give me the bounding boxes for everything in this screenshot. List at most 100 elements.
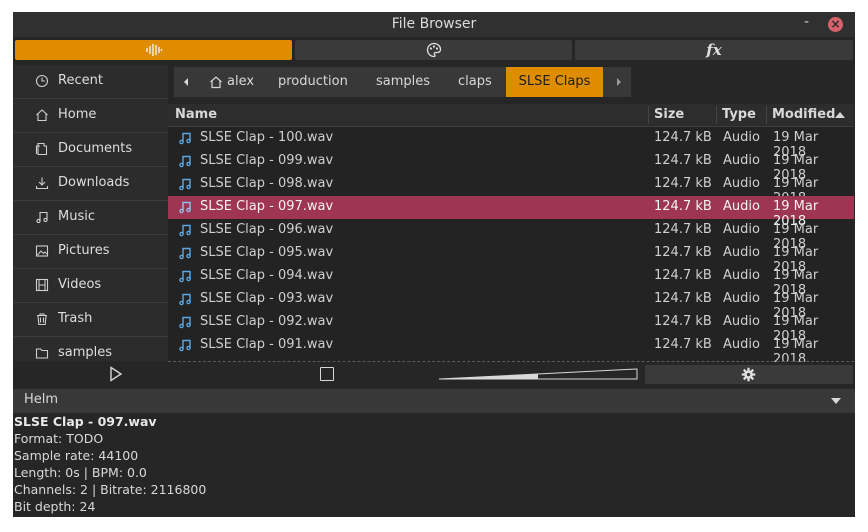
file-modified: 19 Mar 2018	[773, 337, 819, 362]
sidebar-item-videos[interactable]: Videos	[14, 269, 168, 303]
file-row[interactable]: SLSE Clap - 091.wav 124.7 kB Audio 19 Mar 2…	[168, 334, 854, 362]
music-note-icon	[179, 178, 191, 191]
file-name: SLSE Clap - 095.wav	[200, 245, 334, 260]
info-channels-bitrate: Channels: 2 | Bitrate: 2116800	[14, 482, 207, 497]
breadcrumb-item-slse-claps[interactable]: SLSE Claps	[506, 67, 603, 97]
breadcrumb-label: claps	[458, 74, 492, 89]
play-icon[interactable]	[109, 366, 123, 382]
file-name: SLSE Clap - 099.wav	[200, 153, 334, 168]
tab-effects[interactable]: fx	[575, 40, 853, 60]
download-icon	[35, 177, 49, 190]
sidebar-item-documents[interactable]: Documents	[14, 133, 168, 167]
file-row[interactable]: SLSE Clap - 094.wav 124.7 kB Audio 19 Mar 2…	[168, 265, 854, 298]
file-list-header: Name Size Type Modified	[168, 104, 854, 127]
sidebar-item-pictures[interactable]: Pictures	[14, 235, 168, 269]
sidebar-item-samples[interactable]: samples	[14, 337, 168, 361]
file-row[interactable]: SLSE Clap - 097.wav 124.7 kB Audio 19 Mar 2…	[168, 196, 854, 229]
file-row[interactable]: SLSE Clap - 093.wav 124.7 kB Audio 19 Mar 2…	[168, 288, 854, 321]
picture-icon	[35, 245, 49, 257]
stop-icon[interactable]	[320, 367, 334, 381]
file-name: SLSE Clap - 096.wav	[200, 222, 334, 237]
file-type: Audio	[723, 314, 760, 329]
info-sample-rate: Sample rate: 44100	[14, 448, 139, 463]
file-type: Audio	[723, 176, 760, 191]
volume-slider[interactable]	[439, 368, 639, 380]
column-header-size[interactable]: Size	[654, 107, 684, 122]
file-size: 124.7 kB	[654, 130, 712, 145]
file-name: SLSE Clap - 092.wav	[200, 314, 334, 329]
breadcrumb-label: SLSE Claps	[518, 74, 591, 89]
file-type: Audio	[723, 222, 760, 237]
home-icon	[36, 109, 48, 122]
breadcrumb: alex production samples claps SLSE Claps	[174, 67, 631, 97]
volume-slider-fill	[439, 374, 538, 379]
waveform-icon	[145, 44, 162, 56]
instrument-select[interactable]: Helm	[13, 389, 855, 413]
info-bit-depth: Bit depth: 24	[14, 499, 96, 514]
sidebar-item-music[interactable]: Music	[14, 201, 168, 235]
sidebar-item-label: Home	[58, 107, 97, 122]
file-name: SLSE Clap - 093.wav	[200, 291, 334, 306]
file-browser-window: File Browser - × fx Recent Home Document…	[13, 12, 855, 517]
file-name: SLSE Clap - 091.wav	[200, 337, 334, 352]
documents-icon	[35, 142, 48, 156]
places-sidebar: Recent Home Documents Downloads Music Pi…	[14, 65, 168, 361]
music-note-icon	[179, 155, 191, 168]
sidebar-item-label: Trash	[58, 311, 93, 326]
close-button[interactable]: ×	[828, 17, 843, 32]
file-name: SLSE Clap - 097.wav	[200, 199, 334, 214]
file-size: 124.7 kB	[654, 245, 712, 260]
settings-button[interactable]	[645, 365, 853, 384]
file-row[interactable]: SLSE Clap - 100.wav 124.7 kB Audio 19 Mar 2…	[168, 127, 854, 160]
palette-icon	[426, 42, 441, 58]
sidebar-item-trash[interactable]: Trash	[14, 303, 168, 337]
music-note-icon	[179, 224, 191, 237]
file-row[interactable]: SLSE Clap - 092.wav 124.7 kB Audio 19 Mar 2…	[168, 311, 854, 344]
sidebar-item-label: Recent	[58, 73, 103, 88]
sidebar-item-downloads[interactable]: Downloads	[14, 167, 168, 201]
music-note-icon	[179, 293, 191, 306]
file-row[interactable]: SLSE Clap - 099.wav 124.7 kB Audio 19 Mar 2…	[168, 150, 854, 183]
sidebar-item-label: Downloads	[58, 175, 130, 190]
file-size: 124.7 kB	[654, 291, 712, 306]
sidebar-item-label: samples	[58, 345, 113, 360]
folder-icon	[35, 348, 49, 359]
chevron-left-icon	[184, 78, 188, 86]
window-title: File Browser	[391, 16, 477, 32]
column-header-modified[interactable]: Modified	[772, 107, 835, 122]
breadcrumb-forward-button[interactable]	[607, 67, 631, 97]
breadcrumb-back-button[interactable]	[174, 67, 198, 97]
file-row[interactable]: SLSE Clap - 098.wav124.7 kBAudio19 Mar 2…	[168, 173, 854, 206]
music-note-icon	[179, 132, 191, 145]
file-row[interactable]: SLSE Clap - 095.wav 124.7 kB Audio 19 Mar 2…	[168, 242, 854, 275]
column-header-name[interactable]: Name	[175, 107, 217, 122]
breadcrumb-item-production[interactable]: production	[278, 67, 348, 97]
sidebar-item-home[interactable]: Home	[14, 99, 168, 133]
file-type: Audio	[723, 291, 760, 306]
tab-palette[interactable]	[295, 40, 572, 60]
file-info-panel: SLSE Clap - 097.wav Format: TODO Sample …	[14, 413, 854, 515]
breadcrumb-item-claps[interactable]: claps	[458, 67, 492, 97]
sidebar-item-recent[interactable]: Recent	[14, 65, 168, 99]
file-list: Name Size Type Modified SLSE Clap - 100.…	[168, 104, 854, 362]
sidebar-item-label: Videos	[58, 277, 102, 292]
music-note-icon	[179, 201, 191, 214]
file-type: Audio	[723, 153, 760, 168]
instrument-select-value: Helm	[24, 392, 59, 407]
minimize-button[interactable]: -	[804, 14, 809, 30]
file-row[interactable]: SLSE Clap - 096.wav 124.7 kB Audio 19 Mar 2…	[168, 219, 854, 252]
tab-waveform[interactable]	[15, 40, 292, 60]
column-header-type[interactable]: Type	[722, 107, 756, 122]
sort-ascending-icon	[835, 112, 845, 118]
file-type: Audio	[723, 337, 760, 352]
breadcrumb-item-samples[interactable]: samples	[376, 67, 430, 97]
breadcrumb-label: samples	[376, 74, 431, 89]
breadcrumb-label: alex	[227, 74, 255, 89]
file-size: 124.7 kB	[654, 153, 712, 168]
music-note-icon	[179, 270, 191, 283]
clock-icon	[35, 74, 49, 88]
file-type: Audio	[723, 130, 760, 145]
file-name: SLSE Clap - 098.wav	[200, 176, 334, 191]
fx-icon: fx	[706, 41, 722, 59]
info-format: Format: TODO	[14, 431, 104, 446]
